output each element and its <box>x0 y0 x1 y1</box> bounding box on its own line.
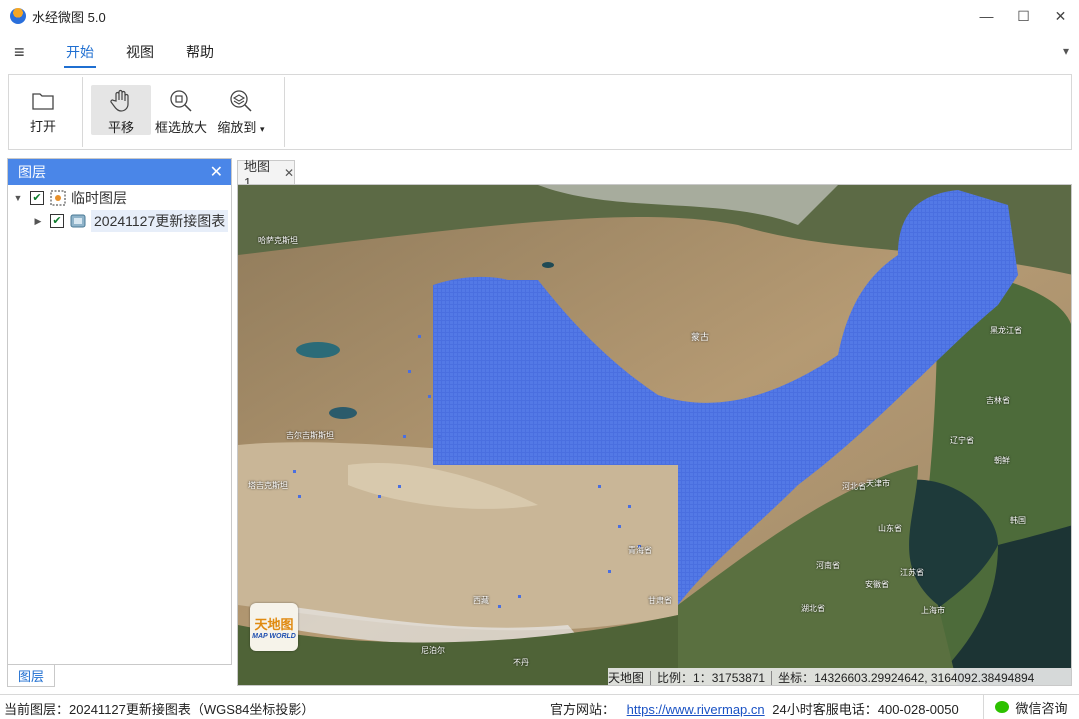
map-label: 黑龙江省 <box>990 326 1022 335</box>
temp-layer-icon <box>50 190 66 206</box>
satellite-map <box>238 185 1071 685</box>
map-label: 辽宁省 <box>950 436 974 445</box>
map-label: 哈萨克斯坦 <box>258 236 298 245</box>
tree-item-temp-layer[interactable]: ▼ ✔ 临时图层 <box>12 187 127 209</box>
map-label: 西藏 <box>473 596 489 605</box>
scale-label: 比例： <box>657 671 694 685</box>
map-label: 河南省 <box>816 561 840 570</box>
layer-checkbox[interactable]: ✔ <box>50 214 64 228</box>
map-label: 尼泊尔 <box>421 646 445 655</box>
zoom-to-icon <box>229 89 253 113</box>
close-button[interactable]: ✕ <box>1042 0 1079 32</box>
open-button[interactable]: 打开 <box>13 85 73 135</box>
current-layer-info: 当前图层：20241127更新接图表（WGS84坐标投影） <box>4 699 314 718</box>
map-canvas[interactable]: 蒙古 黑龙江省 吉林省 辽宁省 朝鲜 韩国 天津市 河北省 山东省 河南省 安徽… <box>237 184 1072 686</box>
map-label: 不丹 <box>513 658 529 667</box>
app-title: 水经微图 5.0 <box>32 9 106 25</box>
layer-panel-close-icon[interactable]: ✕ <box>210 162 223 182</box>
zoom-box-label: 框选放大 <box>154 120 207 135</box>
hotline-label: 24小时客服电话： <box>772 702 878 717</box>
map-label: 吉尔吉斯斯坦 <box>286 431 334 440</box>
layer-label: 20241127更新接图表 <box>91 210 229 232</box>
separator <box>650 670 652 685</box>
folder-icon <box>31 89 55 112</box>
map-tab-close-icon[interactable]: ✕ <box>284 166 294 180</box>
layer-panel-tab[interactable]: 图层 <box>7 665 55 687</box>
map-label: 青海省 <box>628 546 652 555</box>
map-label: 吉林省 <box>986 396 1010 405</box>
zoom-to-label: 缩放到 ▾ <box>217 120 265 135</box>
coord-value: 14326603.29924642, 3164092.38494894 <box>814 670 1035 685</box>
layer-panel-title: 图层 <box>18 164 46 180</box>
pan-label: 平移 <box>107 120 134 135</box>
map-label: 朝鲜 <box>994 456 1010 465</box>
map-status-bar: 天地图 比例： 1：31753871 坐标： 14326603.29924642… <box>608 668 1071 685</box>
minimize-button[interactable]: — <box>968 0 1005 32</box>
title-bar: 水经微图 5.0 — ☐ ✕ <box>0 0 1079 32</box>
contact-info: 官方网站： https://www.rivermap.cn 24小时客服电话：4… <box>550 699 959 718</box>
map-label: 山东省 <box>878 524 902 533</box>
zoom-to-button[interactable]: 缩放到 ▾ <box>211 85 271 135</box>
map-label: 河北省 <box>842 482 866 491</box>
ribbon-group-navigate: 平移 框选放大 缩放到 ▾ <box>91 79 271 145</box>
website-link[interactable]: https://www.rivermap.cn <box>627 702 765 717</box>
ribbon-group-file: 打开 <box>13 79 73 145</box>
hotline-value: 400-028-0050 <box>877 702 959 717</box>
app-logo-icon <box>10 8 26 24</box>
map-label: 安徽省 <box>865 580 889 589</box>
zoom-box-icon <box>169 89 193 113</box>
map-label: 韩国 <box>1010 516 1026 525</box>
map-label: 蒙古 <box>691 332 710 342</box>
site-label: 官方网站： <box>550 702 616 717</box>
wechat-icon <box>995 701 1010 713</box>
open-label: 打开 <box>29 119 56 134</box>
window-controls: — ☐ ✕ <box>968 0 1079 32</box>
layer-panel: 图层 ✕ ▼ ✔ 临时图层 ▶ ✔ 20241127更新接图表 <box>7 158 232 665</box>
menu-tab-start[interactable]: 开始 <box>56 32 104 72</box>
map-label: 塔吉克斯坦 <box>248 481 288 490</box>
ribbon-toolbar: 打开 平移 框选放大 缩放到 ▾ <box>8 74 1072 150</box>
menu-tab-help[interactable]: 帮助 <box>176 32 224 72</box>
logo-en-text: MAP WORLD <box>252 633 296 640</box>
separator <box>771 670 773 685</box>
tianditu-logo: 天地图 MAP WORLD <box>250 603 298 651</box>
layer-label: 临时图层 <box>71 190 127 206</box>
layer-panel-header: 图层 ✕ <box>8 159 231 185</box>
hamburger-menu-icon[interactable]: ≡ <box>14 42 44 63</box>
current-layer-value: 20241127更新接图表（WGS84坐标投影） <box>69 702 315 717</box>
scale-value: 1：31753871 <box>693 671 766 685</box>
map-tab[interactable]: 地图 1 ✕ <box>237 159 295 190</box>
status-bar: 当前图层：20241127更新接图表（WGS84坐标投影） 官方网站： http… <box>0 694 1079 719</box>
collapse-ribbon-icon[interactable]: ▾ <box>1063 44 1069 58</box>
map-label: 天津市 <box>866 479 890 488</box>
menu-bar: ≡ 开始 视图 帮助 ▾ <box>0 32 1079 72</box>
menu-tab-view[interactable]: 视图 <box>116 32 164 72</box>
map-label: 甘肃省 <box>648 596 672 605</box>
pan-button[interactable]: 平移 <box>91 85 151 135</box>
map-label: 上海市 <box>921 606 945 615</box>
current-layer-label: 当前图层： <box>4 702 70 717</box>
dropdown-arrow-icon[interactable]: ▾ <box>260 124 265 134</box>
wechat-consult-button[interactable]: 微信咨询 <box>983 695 1079 719</box>
coord-label: 坐标： <box>778 671 815 685</box>
ribbon-separator <box>284 77 285 147</box>
raster-layer-icon <box>70 213 86 229</box>
logo-cn-text: 天地图 <box>254 618 294 633</box>
map-label: 湖北省 <box>801 604 825 613</box>
ribbon-separator <box>82 77 83 147</box>
tree-item-grid-layer[interactable]: ▶ ✔ 20241127更新接图表 <box>32 210 229 232</box>
collapsed-arrow-icon[interactable]: ▶ <box>32 216 44 227</box>
hand-icon <box>109 89 133 113</box>
maximize-button[interactable]: ☐ <box>1005 0 1042 32</box>
layer-checkbox[interactable]: ✔ <box>30 191 44 205</box>
map-source: 天地图 <box>608 671 645 685</box>
map-label: 江苏省 <box>900 568 924 577</box>
zoom-box-button[interactable]: 框选放大 <box>151 85 211 135</box>
wechat-label: 微信咨询 <box>1015 700 1068 716</box>
expanded-arrow-icon[interactable]: ▼ <box>12 193 24 203</box>
